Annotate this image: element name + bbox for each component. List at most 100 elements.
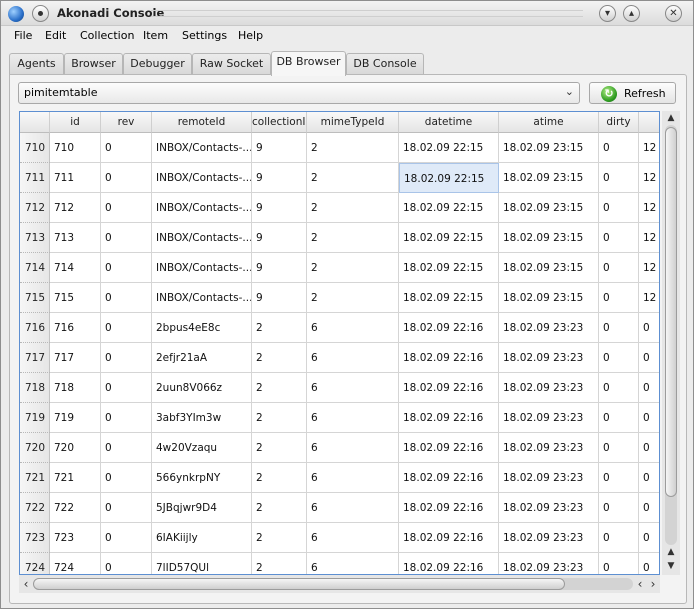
scroll-up-icon-2[interactable]: ▲ xyxy=(663,545,679,559)
cell-remoteid[interactable]: INBOX/Contacts-... xyxy=(152,223,252,253)
cell-dirty[interactable]: 0 xyxy=(599,343,639,373)
cell-dirty[interactable]: 0 xyxy=(599,163,639,193)
tab-db-console[interactable]: DB Console xyxy=(346,53,424,75)
scroll-up-icon[interactable]: ▲ xyxy=(663,111,679,125)
cell-datetime[interactable]: 18.02.09 22:15 xyxy=(399,283,499,313)
row-header[interactable]: 713 xyxy=(20,223,50,253)
cell-atime[interactable]: 18.02.09 23:23 xyxy=(499,373,599,403)
cell-mimetypeid[interactable]: 6 xyxy=(307,403,399,433)
cell-collectionid[interactable]: 2 xyxy=(252,343,307,373)
cell-datetime[interactable]: 18.02.09 22:15 xyxy=(399,253,499,283)
cell-extra[interactable]: 12 xyxy=(639,223,659,253)
row-header[interactable]: 723 xyxy=(20,523,50,553)
cell-dirty[interactable]: 0 xyxy=(599,373,639,403)
cell-id[interactable]: 718 xyxy=(50,373,101,403)
menu-settings[interactable]: Settings xyxy=(182,29,227,42)
cell-rev[interactable]: 0 xyxy=(101,433,152,463)
column-header-remoteid[interactable]: remoteId xyxy=(152,112,252,133)
cell-collectionid[interactable]: 9 xyxy=(252,193,307,223)
cell-id[interactable]: 710 xyxy=(50,133,101,163)
cell-remoteid[interactable]: 6IAKiijly xyxy=(152,523,252,553)
cell-datetime[interactable]: 18.02.09 22:15 xyxy=(399,223,499,253)
cell-mimetypeid[interactable]: 2 xyxy=(307,133,399,163)
cell-dirty[interactable]: 0 xyxy=(599,223,639,253)
cell-collectionid[interactable]: 2 xyxy=(252,523,307,553)
cell-mimetypeid[interactable]: 6 xyxy=(307,433,399,463)
cell-datetime[interactable]: 18.02.09 22:16 xyxy=(399,313,499,343)
cell-id[interactable]: 719 xyxy=(50,403,101,433)
horizontal-scrollbar[interactable]: ‹ ‹ › xyxy=(19,575,660,593)
cell-dirty[interactable]: 0 xyxy=(599,403,639,433)
cell-rev[interactable]: 0 xyxy=(101,523,152,553)
cell-datetime[interactable]: 18.02.09 22:16 xyxy=(399,523,499,553)
menu-collection[interactable]: Collection xyxy=(80,29,134,42)
cell-mimetypeid[interactable]: 2 xyxy=(307,163,399,193)
row-header[interactable]: 722 xyxy=(20,493,50,523)
tab-browser[interactable]: Browser xyxy=(64,53,123,75)
cell-mimetypeid[interactable]: 2 xyxy=(307,283,399,313)
cell-collectionid[interactable]: 9 xyxy=(252,163,307,193)
menu-help[interactable]: Help xyxy=(238,29,263,42)
cell-extra[interactable]: 12 xyxy=(639,283,659,313)
cell-dirty[interactable]: 0 xyxy=(599,433,639,463)
cell-id[interactable]: 714 xyxy=(50,253,101,283)
cell-collectionid[interactable]: 2 xyxy=(252,403,307,433)
cell-extra[interactable]: 0 xyxy=(639,373,659,403)
cell-collectionid[interactable]: 2 xyxy=(252,553,307,574)
row-header[interactable]: 710 xyxy=(20,133,50,163)
column-header-collectionid[interactable]: collectionIc xyxy=(252,112,307,133)
cell-collectionid[interactable]: 9 xyxy=(252,253,307,283)
cell-id[interactable]: 723 xyxy=(50,523,101,553)
cell-rev[interactable]: 0 xyxy=(101,133,152,163)
cell-datetime[interactable]: 18.02.09 22:16 xyxy=(399,433,499,463)
cell-atime[interactable]: 18.02.09 23:15 xyxy=(499,283,599,313)
cell-mimetypeid[interactable]: 2 xyxy=(307,253,399,283)
cell-atime[interactable]: 18.02.09 23:23 xyxy=(499,343,599,373)
cell-id[interactable]: 712 xyxy=(50,193,101,223)
cell-remoteid[interactable]: 2efjr21aA xyxy=(152,343,252,373)
column-header-dirty[interactable]: dirty xyxy=(599,112,639,133)
refresh-button[interactable]: ↻ Refresh xyxy=(589,82,676,104)
cell-rev[interactable]: 0 xyxy=(101,373,152,403)
cell-mimetypeid[interactable]: 6 xyxy=(307,523,399,553)
cell-remoteid[interactable]: INBOX/Contacts-... xyxy=(152,133,252,163)
cell-atime[interactable]: 18.02.09 23:23 xyxy=(499,523,599,553)
tab-raw-socket[interactable]: Raw Socket xyxy=(192,53,271,75)
cell-id[interactable]: 721 xyxy=(50,463,101,493)
cell-dirty[interactable]: 0 xyxy=(599,523,639,553)
row-header[interactable]: 717 xyxy=(20,343,50,373)
cell-dirty[interactable]: 0 xyxy=(599,283,639,313)
cell-rev[interactable]: 0 xyxy=(101,253,152,283)
cell-collectionid[interactable]: 2 xyxy=(252,493,307,523)
scroll-left-icon[interactable]: ‹ xyxy=(19,577,33,591)
cell-atime[interactable]: 18.02.09 23:23 xyxy=(499,493,599,523)
table-select[interactable]: pimitemtable ⌄ xyxy=(18,82,580,104)
cell-id[interactable]: 720 xyxy=(50,433,101,463)
cell-datetime[interactable]: 18.02.09 22:15 xyxy=(399,163,499,193)
cell-rev[interactable]: 0 xyxy=(101,463,152,493)
cell-datetime[interactable]: 18.02.09 22:16 xyxy=(399,373,499,403)
cell-extra[interactable]: 0 xyxy=(639,493,659,523)
cell-atime[interactable]: 18.02.09 23:23 xyxy=(499,433,599,463)
row-header[interactable]: 712 xyxy=(20,193,50,223)
cell-atime[interactable]: 18.02.09 23:15 xyxy=(499,163,599,193)
cell-rev[interactable]: 0 xyxy=(101,223,152,253)
cell-extra[interactable]: 0 xyxy=(639,343,659,373)
vertical-scroll-thumb[interactable] xyxy=(665,127,677,497)
cell-atime[interactable]: 18.02.09 23:23 xyxy=(499,403,599,433)
cell-datetime[interactable]: 18.02.09 22:16 xyxy=(399,403,499,433)
row-header[interactable]: 718 xyxy=(20,373,50,403)
close-button[interactable]: ✕ xyxy=(665,5,682,22)
cell-atime[interactable]: 18.02.09 23:15 xyxy=(499,193,599,223)
vertical-scrollbar[interactable]: ▲ ▲ ▼ xyxy=(662,111,680,575)
menu-file[interactable]: File xyxy=(14,29,32,42)
horizontal-scroll-thumb[interactable] xyxy=(33,578,565,590)
cell-rev[interactable]: 0 xyxy=(101,313,152,343)
cell-id[interactable]: 717 xyxy=(50,343,101,373)
cell-remoteid[interactable]: 7lID57QUl xyxy=(152,553,252,574)
cell-mimetypeid[interactable]: 6 xyxy=(307,463,399,493)
cell-mimetypeid[interactable]: 2 xyxy=(307,223,399,253)
cell-datetime[interactable]: 18.02.09 22:16 xyxy=(399,343,499,373)
menu-item[interactable]: Item xyxy=(143,29,168,42)
cell-collectionid[interactable]: 2 xyxy=(252,433,307,463)
